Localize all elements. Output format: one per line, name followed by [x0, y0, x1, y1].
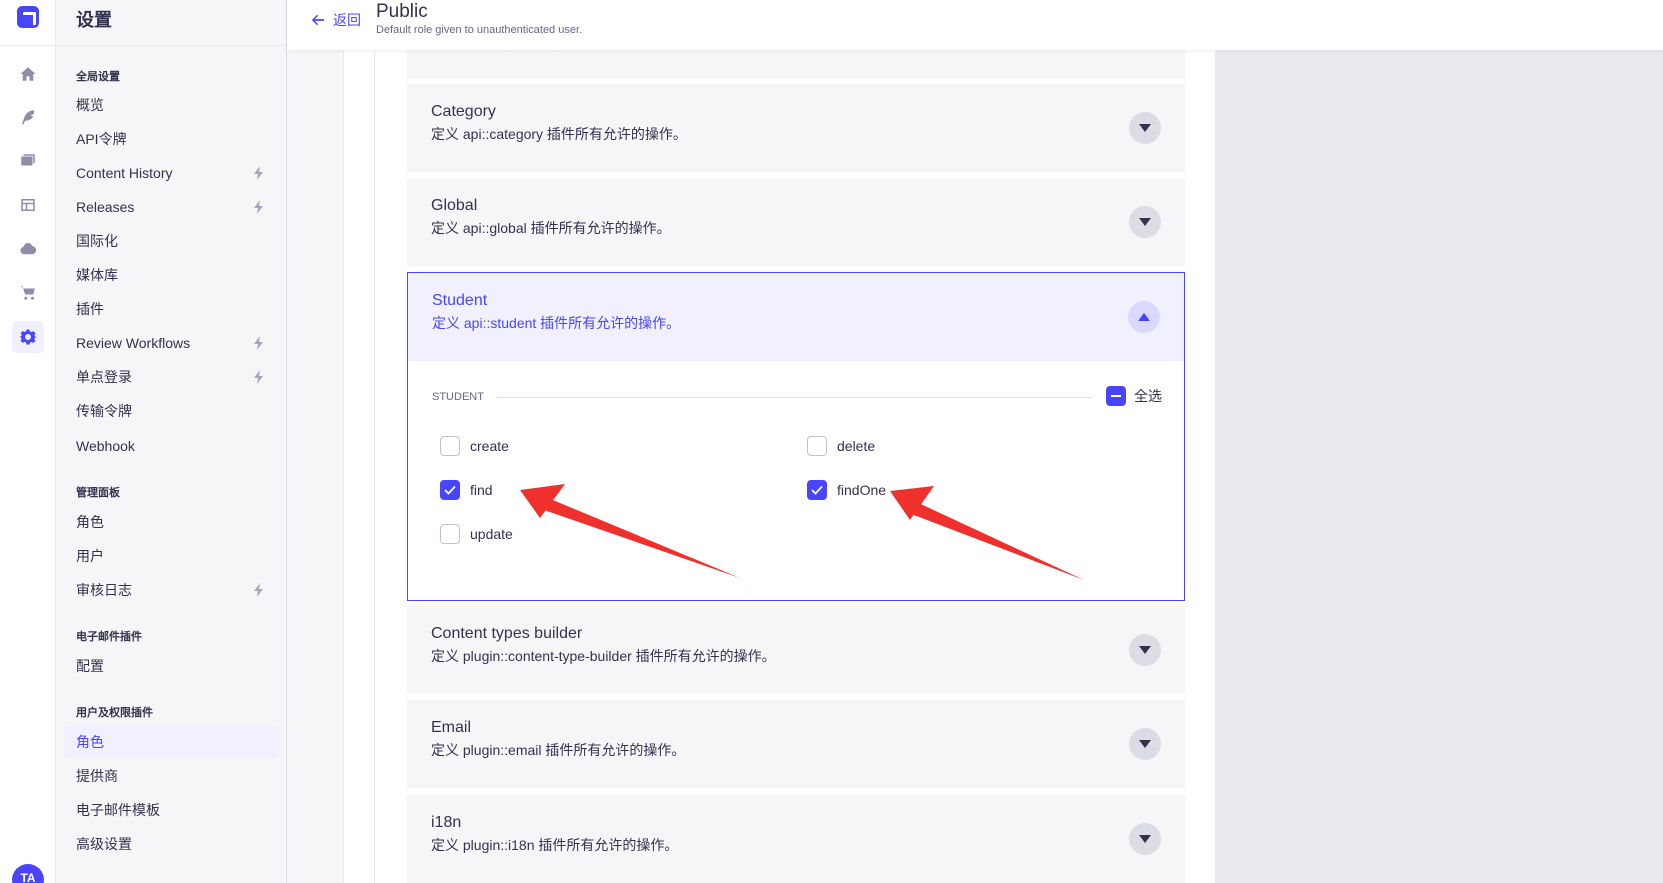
nav-releases[interactable]: Releases — [64, 191, 279, 223]
checkbox[interactable] — [440, 436, 460, 456]
accordion-student: Student 定义 api::student 插件所有允许的操作。 STUDE… — [407, 272, 1185, 601]
accordion-title: Category — [431, 103, 496, 120]
permission-findone[interactable]: findOne — [807, 480, 886, 500]
cloud-icon[interactable] — [12, 233, 44, 265]
cog-icon[interactable] — [12, 321, 44, 353]
right-blank-area — [1216, 50, 1663, 883]
layout-icon[interactable] — [12, 189, 44, 221]
bolt-icon — [253, 583, 265, 597]
page-subtitle: Default role given to unauthenticated us… — [376, 24, 583, 36]
nav-transfer-tokens[interactable]: 传输令牌 — [64, 395, 279, 427]
accordion-title: Global — [431, 197, 478, 214]
permission-create[interactable]: create — [440, 436, 509, 456]
accordion-content-types-builder[interactable]: Content types builder 定义 plugin::content… — [407, 606, 1185, 694]
bolt-icon — [253, 200, 265, 214]
check-icon[interactable] — [440, 480, 460, 500]
nav-email-templates[interactable]: 电子邮件模板 — [64, 794, 279, 826]
home-icon[interactable] — [12, 58, 44, 90]
nav-review-workflows[interactable]: Review Workflows — [64, 327, 279, 359]
app-root: TA 设置 全局设置 概览 API令牌 Content History Rele… — [0, 0, 1663, 883]
accordion-description: 定义 api::global 插件所有允许的操作。 — [431, 220, 671, 236]
caret-down-icon[interactable] — [1129, 728, 1161, 760]
content-gutter — [287, 50, 344, 883]
caret-down-icon[interactable] — [1129, 206, 1161, 238]
accordion-title: Student — [432, 292, 488, 309]
accordion-title: i18n — [431, 814, 462, 831]
nav-advanced-settings[interactable]: 高级设置 — [64, 828, 279, 860]
cart-icon[interactable] — [12, 277, 44, 309]
accordion-title: Content types builder — [431, 625, 583, 642]
nav-media-library[interactable]: 媒体库 — [64, 259, 279, 291]
accordion-global[interactable]: Global 定义 api::global 插件所有允许的操作。 — [407, 178, 1185, 266]
main-nav-rail: TA — [0, 0, 56, 883]
section-global-settings: 全局设置 — [76, 71, 120, 83]
page-title: Public — [376, 1, 428, 22]
permission-section-label: STUDENT — [432, 391, 484, 403]
settings-subnav: 设置 全局设置 概览 API令牌 Content History Release… — [56, 0, 287, 883]
caret-down-icon[interactable] — [1129, 112, 1161, 144]
accordion-description: 定义 plugin::i18n 插件所有允许的操作。 — [431, 837, 679, 853]
nav-admin-roles[interactable]: 角色 — [64, 506, 279, 538]
permission-update[interactable]: update — [440, 524, 513, 544]
accordion-title: Email — [431, 719, 472, 736]
media-icon[interactable] — [12, 145, 44, 177]
accordion-i18n[interactable]: i18n 定义 plugin::i18n 插件所有允许的操作。 — [407, 795, 1185, 883]
nav-overview[interactable]: 概览 — [64, 89, 279, 121]
logo-icon[interactable] — [17, 6, 39, 28]
nav-sso[interactable]: 单点登录 — [64, 361, 279, 393]
permission-delete[interactable]: delete — [807, 436, 875, 456]
section-users-permissions: 用户及权限插件 — [76, 707, 153, 719]
permission-find[interactable]: find — [440, 480, 493, 500]
caret-up-icon[interactable] — [1128, 301, 1160, 333]
page-header: 返回 Public Default role given to unauthen… — [287, 0, 1663, 50]
accordion-description: 定义 api::category 插件所有允许的操作。 — [431, 126, 687, 142]
arrow-left-icon — [311, 14, 325, 26]
settings-title: 设置 — [76, 10, 112, 30]
caret-down-icon[interactable] — [1129, 823, 1161, 855]
nav-up-roles[interactable]: 角色 — [64, 726, 279, 758]
bolt-icon — [253, 370, 265, 384]
checkbox[interactable] — [807, 436, 827, 456]
nav-api-tokens[interactable]: API令牌 — [64, 123, 279, 155]
select-all-checkbox[interactable]: 全选 — [1106, 386, 1162, 406]
accordion-email[interactable]: Email 定义 plugin::email 插件所有允许的操作。 — [407, 700, 1185, 788]
accordion-description: 定义 plugin::content-type-builder 插件所有允许的操… — [431, 648, 776, 664]
section-admin-panel: 管理面板 — [76, 487, 120, 499]
accordion-header[interactable]: Student 定义 api::student 插件所有允许的操作。 — [408, 273, 1184, 361]
nav-webhook[interactable]: Webhook — [64, 430, 279, 462]
subnav-divider — [56, 45, 287, 46]
check-icon[interactable] — [807, 480, 827, 500]
accordion-description: 定义 api::student 插件所有允许的操作。 — [432, 315, 681, 331]
bolt-icon — [253, 166, 265, 180]
nav-email-config[interactable]: 配置 — [64, 650, 279, 682]
nav-i18n[interactable]: 国际化 — [64, 225, 279, 257]
bolt-icon — [253, 336, 265, 350]
content-divider — [374, 0, 375, 883]
rail-divider — [0, 45, 56, 46]
section-email-plugin: 电子邮件插件 — [76, 631, 142, 643]
section-divider — [497, 397, 1092, 398]
nav-content-history[interactable]: Content History — [64, 157, 279, 189]
nav-plugins[interactable]: 插件 — [64, 293, 279, 325]
back-link[interactable]: 返回 — [311, 10, 361, 30]
nav-admin-users[interactable]: 用户 — [64, 540, 279, 572]
accordion-category[interactable]: Category 定义 api::category 插件所有允许的操作。 — [407, 84, 1185, 172]
minus-icon[interactable] — [1106, 386, 1126, 406]
caret-down-icon[interactable] — [1129, 634, 1161, 666]
checkbox[interactable] — [440, 524, 460, 544]
feather-icon[interactable] — [12, 101, 44, 133]
user-avatar[interactable]: TA — [12, 864, 44, 883]
nav-providers[interactable]: 提供商 — [64, 760, 279, 792]
accordion-description: 定义 plugin::email 插件所有允许的操作。 — [431, 742, 686, 758]
nav-audit-logs[interactable]: 审核日志 — [64, 574, 279, 606]
